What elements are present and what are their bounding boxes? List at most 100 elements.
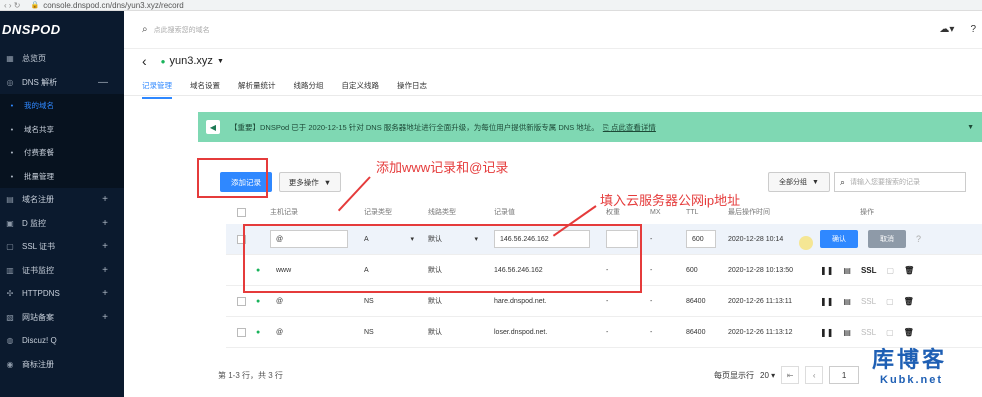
- per-page-select[interactable]: 20 ▾: [760, 371, 775, 380]
- browser-nav-icons[interactable]: ‹ › ↻: [4, 1, 20, 10]
- status-dot-icon: ●: [160, 56, 166, 66]
- host-value: @: [276, 328, 284, 336]
- sidebar-item-domain-register[interactable]: ▤ 域名注册 +: [0, 188, 124, 212]
- monitor-icon: ▣: [6, 218, 14, 228]
- sidebar-subitem-my-domains[interactable]: • 我的域名: [0, 94, 124, 118]
- ttl-input[interactable]: 600: [686, 230, 716, 248]
- ssl-button[interactable]: SSL: [861, 297, 876, 306]
- col-type[interactable]: 记录类型: [364, 207, 428, 217]
- domain-header: ‹ ● yun3.xyz ▼: [142, 53, 224, 69]
- ttl-value: 600: [686, 266, 698, 274]
- tab-stats[interactable]: 解析量统计: [238, 80, 276, 99]
- plus-icon[interactable]: +: [102, 194, 108, 205]
- tab-line-groups[interactable]: 线路分组: [294, 80, 324, 99]
- tab-domain-settings[interactable]: 域名设置: [190, 80, 220, 99]
- ssl-icon: ▢: [6, 242, 14, 252]
- cancel-button[interactable]: 取消: [868, 230, 906, 248]
- sidebar-item-cert-monitor[interactable]: ▥ 证书监控 +: [0, 259, 124, 283]
- globe-icon: ◎: [6, 77, 14, 87]
- collapse-icon[interactable]: —: [98, 77, 108, 88]
- col-host[interactable]: 主机记录: [270, 207, 364, 217]
- tab-records[interactable]: 记录管理: [142, 80, 172, 99]
- caret-down-icon[interactable]: ▼: [217, 58, 224, 65]
- search-icon: ⌕: [840, 176, 846, 187]
- sidebar-subitem-domain-share[interactable]: • 域名共享: [0, 118, 124, 142]
- sidebar-item-trademark[interactable]: ◉ 商标注册: [0, 353, 124, 377]
- trash-icon[interactable]: 🗑: [904, 328, 914, 337]
- confirm-button[interactable]: 确认: [820, 230, 858, 248]
- plus-icon[interactable]: +: [102, 241, 108, 252]
- trademark-icon: ◉: [6, 359, 14, 369]
- speaker-icon: ◀: [206, 120, 220, 134]
- record-search-input[interactable]: ⌕ 请输入您要搜索的记录: [834, 172, 966, 192]
- sidebar-item-dns[interactable]: ◎ DNS 解析 —: [0, 71, 124, 95]
- sidebar-item-d-monitor[interactable]: ▣ D 监控 +: [0, 212, 124, 236]
- record-value: loser.dnspod.net.: [494, 328, 548, 336]
- chevron-down-icon[interactable]: ▼: [967, 124, 974, 131]
- pause-icon[interactable]: ❚❚: [820, 266, 833, 275]
- plus-icon[interactable]: +: [102, 312, 108, 323]
- ttl-value: 86400: [686, 297, 706, 305]
- annotation-box-add-button: [197, 158, 268, 198]
- col-line[interactable]: 线路类型: [428, 207, 494, 217]
- status-dot-icon: ●: [256, 328, 261, 336]
- help-icon[interactable]: ?: [970, 24, 976, 35]
- notes-icon[interactable]: ▤: [843, 266, 851, 275]
- cloud-icon[interactable]: ☁▾: [939, 24, 954, 35]
- time-value: 2020-12-28 10:13:50: [728, 266, 793, 274]
- mx-value: -: [650, 266, 653, 274]
- domain-search-input[interactable]: 点此搜索您的域名: [154, 25, 210, 35]
- table-row: ● @ NS 默认 loser.dnspod.net. - - 86400 20…: [226, 317, 982, 348]
- type-value: NS: [364, 328, 374, 336]
- tab-custom-lines[interactable]: 自定义线路: [342, 80, 380, 99]
- search-icon[interactable]: ⌕: [142, 24, 148, 35]
- ssl-button[interactable]: SSL: [861, 266, 877, 275]
- sidebar-item-icp[interactable]: ▧ 网站备案 +: [0, 306, 124, 330]
- plus-icon[interactable]: +: [102, 288, 108, 299]
- pause-icon[interactable]: ❚❚: [820, 297, 833, 306]
- help-icon[interactable]: ?: [916, 234, 921, 244]
- select-all-checkbox[interactable]: [236, 207, 246, 217]
- ssl-button[interactable]: SSL: [861, 328, 876, 337]
- notice-link[interactable]: ⎘ 点此查看详情: [603, 122, 656, 133]
- prev-page-icon[interactable]: ‹: [805, 366, 824, 384]
- sidebar-item-ssl[interactable]: ▢ SSL 证书 +: [0, 235, 124, 259]
- trash-icon[interactable]: 🗑: [904, 297, 914, 306]
- sidebar-item-overview[interactable]: ▦ 总览页: [0, 47, 124, 71]
- time-value: 2020-12-26 11:13:12: [728, 328, 793, 336]
- group-filter-button[interactable]: 全部分组 ▼: [768, 172, 830, 192]
- col-time[interactable]: 最后操作时间: [728, 207, 820, 217]
- browser-url[interactable]: console.dnspod.cn/dns/yun3.xyz/record: [43, 1, 184, 10]
- status-dot-icon: ●: [256, 297, 261, 305]
- notes-icon[interactable]: ▤: [843, 328, 851, 337]
- tab-logs[interactable]: 操作日志: [397, 80, 427, 99]
- copy-icon[interactable]: ▢: [886, 297, 894, 306]
- weight-value: -: [606, 328, 609, 336]
- mx-value: -: [650, 235, 653, 243]
- row-checkbox[interactable]: [236, 327, 246, 337]
- first-page-icon[interactable]: ⇤: [781, 366, 800, 384]
- sidebar-item-discuz[interactable]: ◍ Discuz! Q: [0, 329, 124, 353]
- copy-icon[interactable]: ▢: [886, 328, 894, 337]
- pause-icon[interactable]: ❚❚: [820, 328, 833, 337]
- trash-icon[interactable]: 🗑: [904, 266, 914, 275]
- row-checkbox[interactable]: [236, 296, 246, 306]
- plus-icon[interactable]: +: [102, 218, 108, 229]
- page-input[interactable]: 1: [829, 366, 860, 384]
- logo[interactable]: DNSPOD: [0, 11, 124, 47]
- time-value: 2020-12-26 11:13:11: [728, 297, 792, 305]
- line-value: 默认: [428, 298, 442, 305]
- top-bar: ⌕ 点此搜索您的域名 ☁▾ ?: [124, 11, 982, 49]
- domain-name[interactable]: yun3.xyz: [170, 55, 213, 67]
- copy-icon[interactable]: ▢: [887, 266, 895, 275]
- divider: [124, 95, 982, 96]
- notice-text: 【重要】DNSPod 已于 2020-12-15 针对 DNS 服务器地址进行全…: [230, 122, 599, 132]
- sidebar-item-httpdns[interactable]: ✣ HTTPDNS +: [0, 282, 124, 306]
- back-icon[interactable]: ‹: [142, 53, 147, 69]
- sidebar-subitem-batch[interactable]: • 批量管理: [0, 165, 124, 189]
- col-ops: 操作: [860, 209, 874, 216]
- plus-icon[interactable]: +: [102, 265, 108, 276]
- more-actions-button[interactable]: 更多操作 ▼: [279, 172, 341, 192]
- notes-icon[interactable]: ▤: [843, 297, 851, 306]
- sidebar-subitem-paid-plan[interactable]: • 付费套餐: [0, 141, 124, 165]
